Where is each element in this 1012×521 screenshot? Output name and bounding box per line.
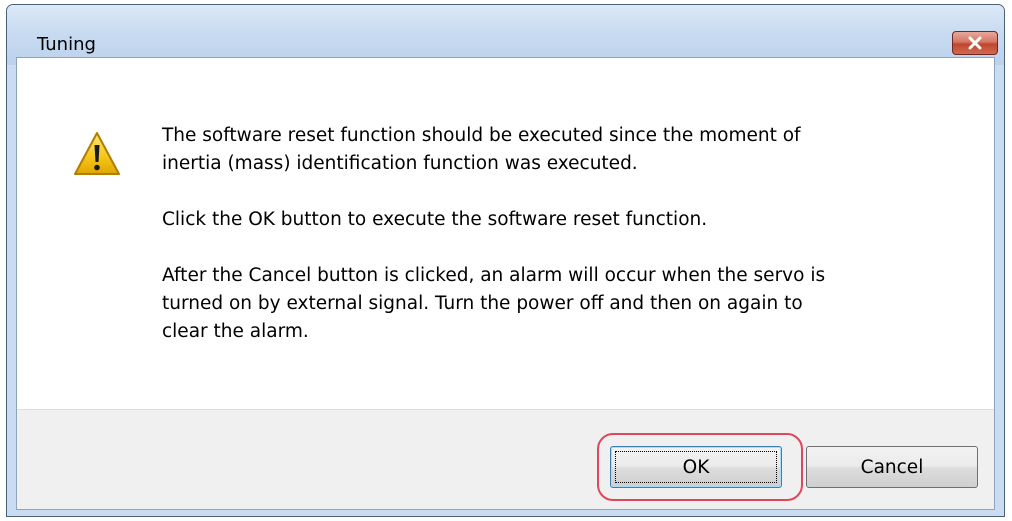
dialog-window: Tuning The software reset function shoul…: [6, 4, 1005, 517]
message-line: turned on by external signal. Turn the p…: [162, 293, 803, 314]
message-line: clear the alarm.: [162, 321, 309, 342]
button-bar: OK Cancel: [17, 409, 994, 509]
ok-button[interactable]: OK: [610, 446, 782, 488]
message-text: The software reset function should be ex…: [162, 122, 962, 346]
cancel-button[interactable]: Cancel: [806, 446, 978, 488]
cancel-button-label: Cancel: [860, 456, 924, 478]
message-line: The software reset function should be ex…: [162, 125, 801, 146]
close-icon: [968, 36, 982, 50]
warning-icon: [74, 132, 120, 175]
close-button[interactable]: [952, 31, 998, 55]
message-area: The software reset function should be ex…: [17, 58, 994, 412]
window-title: Tuning: [37, 34, 96, 55]
message-line: Click the OK button to execute the softw…: [162, 209, 708, 230]
title-bar[interactable]: Tuning: [7, 5, 1004, 57]
dialog-client-area: The software reset function should be ex…: [16, 57, 995, 510]
message-line: inertia (mass) identification function w…: [162, 153, 638, 174]
focus-rectangle: [615, 451, 777, 483]
message-line: After the Cancel button is clicked, an a…: [162, 265, 826, 286]
